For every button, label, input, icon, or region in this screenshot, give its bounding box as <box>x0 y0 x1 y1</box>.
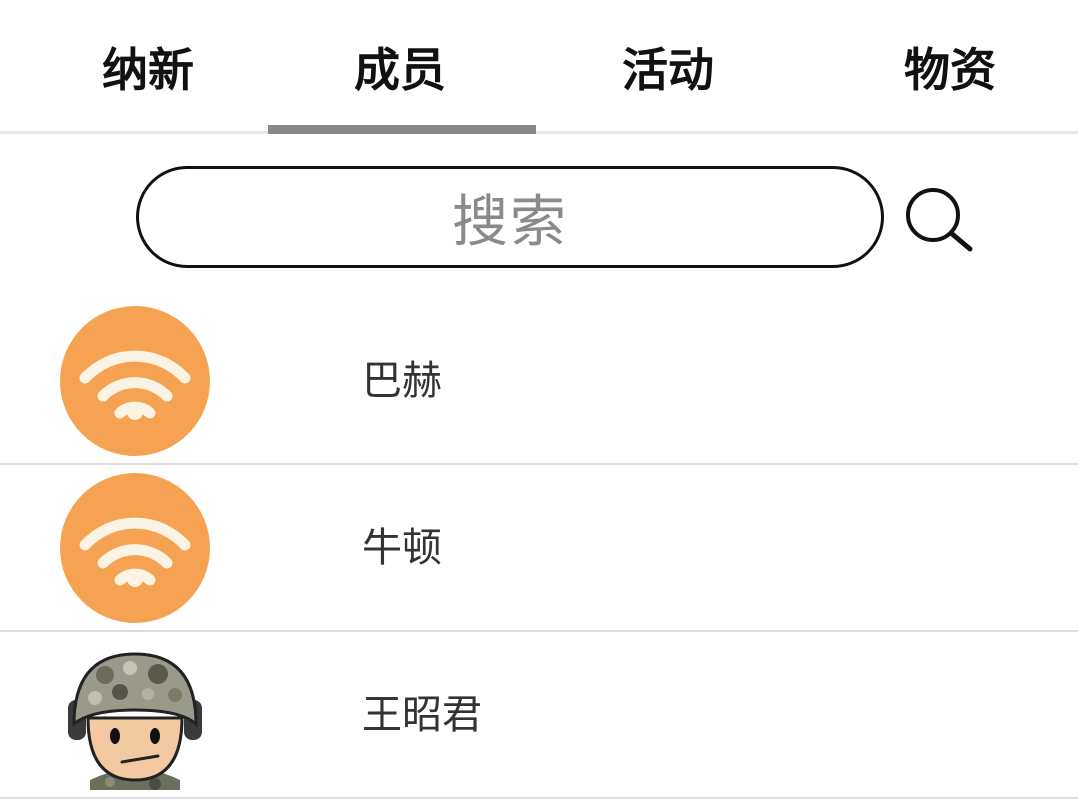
tab-bar: 纳新 成员 活动 物资 <box>0 0 1078 134</box>
active-tab-indicator <box>268 125 536 134</box>
soldier-avatar <box>60 640 210 790</box>
member-name: 王昭君 <box>362 692 482 738</box>
member-list: 巴赫 牛顿 王昭君 <box>0 298 1078 799</box>
tab-members[interactable]: 成员 <box>312 40 488 100</box>
tab-recruit[interactable]: 纳新 <box>60 40 236 100</box>
wifi-icon <box>60 306 210 456</box>
tab-activities[interactable]: 活动 <box>580 40 756 100</box>
member-name: 巴赫 <box>362 358 442 404</box>
search-icon[interactable] <box>902 186 974 252</box>
list-item[interactable]: 巴赫 <box>0 298 1078 465</box>
wifi-icon <box>60 473 210 623</box>
app-root: 纳新 成员 活动 物资 搜索 巴赫 牛顿 王昭君 <box>0 0 1078 799</box>
search-placeholder: 搜索 <box>452 189 568 255</box>
search-input[interactable]: 搜索 <box>136 166 884 268</box>
list-item[interactable]: 牛顿 <box>0 465 1078 632</box>
list-item[interactable]: 王昭君 <box>0 632 1078 799</box>
tab-supplies[interactable]: 物资 <box>862 40 1038 100</box>
member-name: 牛顿 <box>362 525 442 571</box>
